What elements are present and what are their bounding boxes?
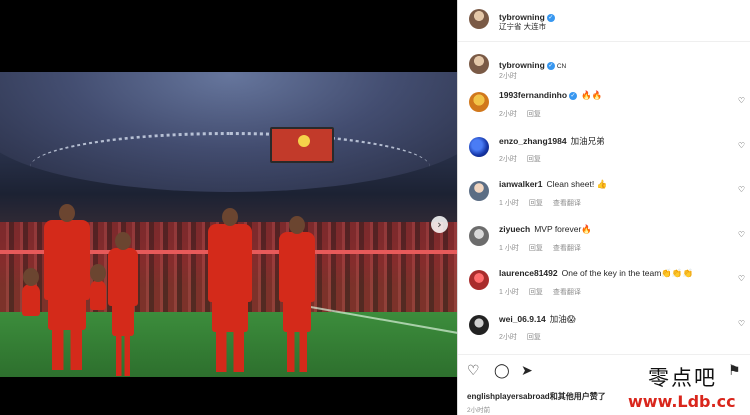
avatar[interactable] bbox=[469, 136, 489, 157]
watermark-url: www.Ldb.cc bbox=[628, 392, 736, 411]
post-media: › bbox=[0, 0, 457, 415]
avatar[interactable] bbox=[469, 225, 489, 246]
likes-summary[interactable]: englishplayersabroad和其他用户赞了 bbox=[467, 391, 606, 402]
comment-username[interactable]: enzo_zhang1984 bbox=[499, 136, 567, 146]
comment-row: 1993fernandinho ✓ 🔥🔥 2小时 回复 ♡ bbox=[458, 88, 750, 128]
comment-like-heart-icon[interactable]: ♡ bbox=[738, 185, 745, 194]
verified-badge-icon: ✓ bbox=[546, 14, 555, 22]
comment-text: 🔥🔥 bbox=[581, 90, 603, 100]
comment-like-heart-icon[interactable]: ♡ bbox=[738, 141, 745, 150]
player bbox=[279, 216, 315, 372]
comment-text: Clean sheet! 👍 bbox=[546, 179, 608, 189]
comment-like-heart-icon[interactable]: ♡ bbox=[738, 319, 745, 328]
comment-row: wei_06.9.14 加油😱 2小时 回复 ♡ bbox=[458, 311, 750, 351]
see-translation-button[interactable]: 查看翻译 bbox=[553, 200, 581, 207]
reply-button[interactable]: 回复 bbox=[527, 334, 541, 341]
avatar[interactable] bbox=[469, 181, 489, 201]
verified-badge-icon: ✓ bbox=[569, 92, 578, 100]
avatar[interactable] bbox=[469, 54, 489, 74]
caption-text: CN bbox=[556, 63, 567, 70]
avatar[interactable] bbox=[469, 314, 489, 335]
caption-time: 2小时 bbox=[499, 73, 517, 80]
post-detail-panel: tybrowning ✓ 辽宁省 大连市 tybrowning ✓ CN 2小时 19… bbox=[457, 0, 750, 415]
avatar[interactable] bbox=[469, 9, 489, 29]
comment-username[interactable]: wei_06.9.14 bbox=[499, 314, 546, 324]
caption-author-username[interactable]: tybrowning bbox=[499, 60, 545, 70]
stadium-scoreboard bbox=[270, 127, 334, 163]
player bbox=[22, 268, 40, 316]
share-icon[interactable]: ➤ bbox=[521, 363, 533, 379]
comment-username[interactable]: laurence81492 bbox=[499, 268, 558, 278]
reply-button[interactable]: 回复 bbox=[529, 245, 543, 252]
comment-like-heart-icon[interactable]: ♡ bbox=[738, 274, 745, 283]
post-caption: tybrowning ✓ CN 2小时 bbox=[458, 46, 750, 88]
comment-text: 加油😱 bbox=[549, 313, 576, 324]
comment-time: 2小时 bbox=[499, 155, 517, 163]
post-header: tybrowning ✓ 辽宁省 大连市 bbox=[458, 0, 750, 42]
post-photo bbox=[0, 72, 457, 377]
reply-button[interactable]: 回复 bbox=[527, 156, 541, 163]
comment-row: ianwalker1 Clean sheet! 👍 1 小时 回复 查看翻译 ♡ bbox=[458, 177, 750, 217]
verified-badge-icon: ✓ bbox=[546, 62, 555, 70]
comment-time: 1 小时 bbox=[499, 289, 519, 296]
comment-like-heart-icon[interactable]: ♡ bbox=[738, 230, 745, 239]
watermark-logo-text: 零点吧 bbox=[648, 366, 717, 390]
heart-icon[interactable]: ♡ bbox=[467, 363, 480, 379]
see-translation-button[interactable]: 查看翻译 bbox=[553, 289, 581, 296]
next-photo-chevron-icon[interactable]: › bbox=[431, 216, 448, 233]
avatar[interactable] bbox=[469, 270, 489, 290]
comment-row: laurence81492 One of the key in the team👏… bbox=[458, 266, 750, 306]
post-location[interactable]: 辽宁省 大连市 bbox=[499, 21, 546, 32]
player bbox=[44, 204, 90, 370]
comment-username[interactable]: ianwalker1 bbox=[499, 179, 542, 189]
post-timestamp: 2小时前 bbox=[467, 407, 491, 414]
comment-time: 1 小时 bbox=[499, 200, 519, 207]
see-translation-button[interactable]: 查看翻译 bbox=[553, 245, 581, 252]
comment-username[interactable]: ziyuech bbox=[499, 224, 530, 234]
player bbox=[90, 264, 106, 310]
comment-text: MVP forever🔥 bbox=[534, 223, 592, 234]
comment-row: ziyuech MVP forever🔥 1 小时 回复 查看翻译 ♡ bbox=[458, 222, 750, 262]
reply-button[interactable]: 回复 bbox=[529, 200, 543, 207]
comment-time: 2小时 bbox=[499, 111, 517, 118]
comment-like-heart-icon[interactable]: ♡ bbox=[738, 96, 745, 105]
reply-button[interactable]: 回复 bbox=[527, 111, 541, 118]
site-watermark: 零点吧 www.Ldb.cc bbox=[618, 362, 750, 415]
player bbox=[208, 208, 252, 372]
comment-time: 1 小时 bbox=[499, 244, 519, 252]
comment-text: One of the key in the team👏👏👏 bbox=[561, 268, 694, 278]
comment-icon[interactable]: ◯ bbox=[494, 363, 510, 379]
avatar[interactable] bbox=[469, 92, 489, 112]
comment-row: enzo_zhang1984 加油兄弟 2小时 回复 ♡ bbox=[458, 133, 750, 173]
comment-text: 加油兄弟 bbox=[570, 135, 605, 146]
comment-time: 2小时 bbox=[499, 333, 517, 341]
reply-button[interactable]: 回复 bbox=[529, 289, 543, 296]
player bbox=[108, 232, 138, 376]
comment-username[interactable]: 1993fernandinho bbox=[499, 90, 567, 100]
